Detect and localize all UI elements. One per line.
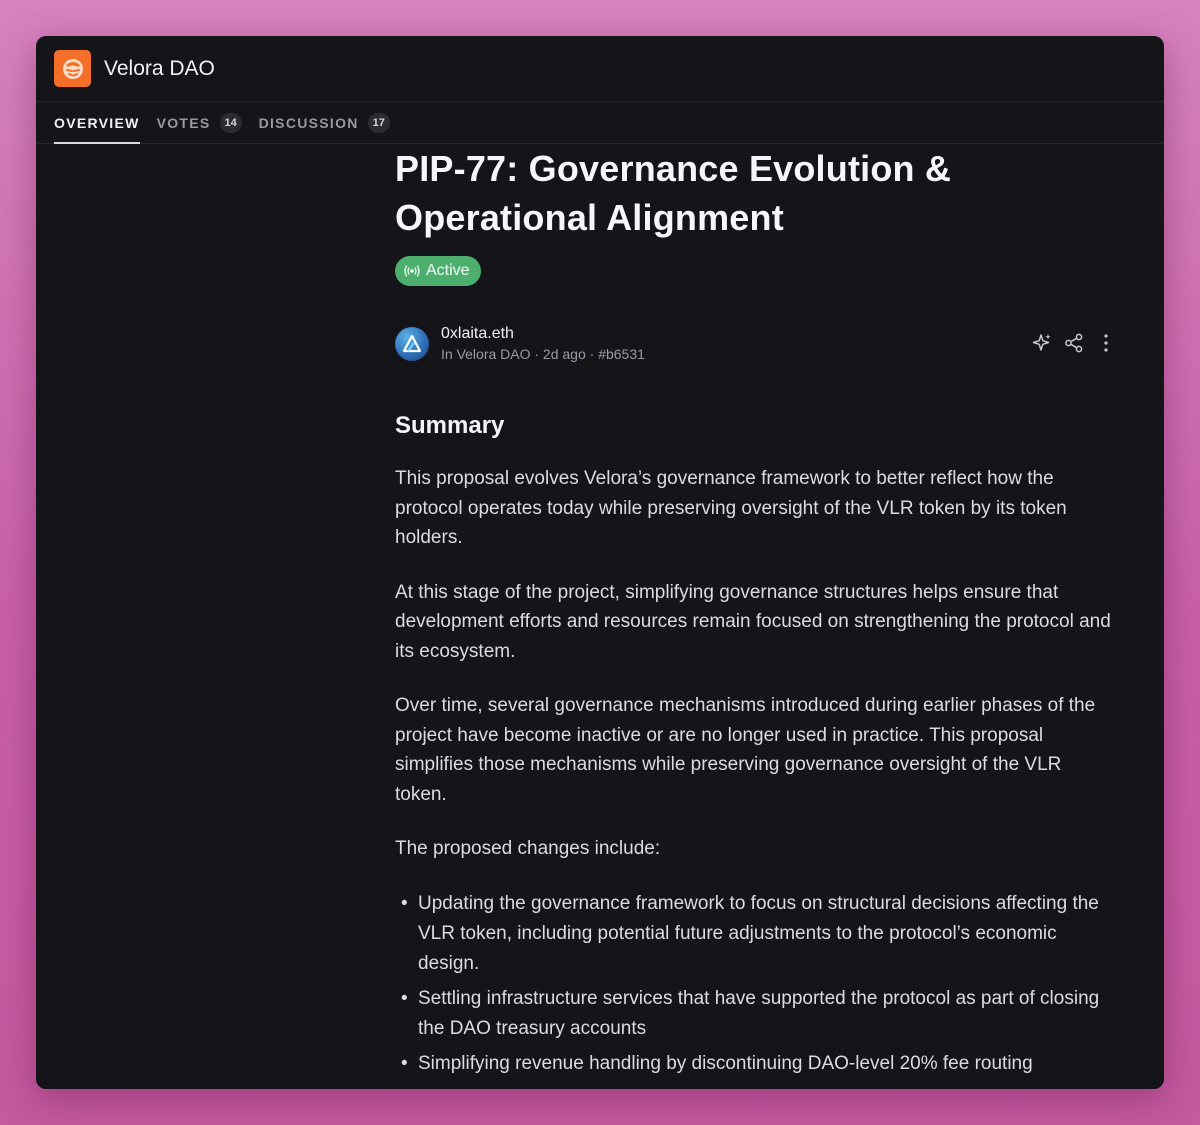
paragraph: This proposal evolves Velora’s governanc… [395,468,1067,548]
changes-list: Updating the governance framework to foc… [395,889,1115,1079]
more-vertical-icon[interactable] [1095,332,1117,354]
avatar[interactable] [395,327,429,361]
tab-overview[interactable]: OVERVIEW [54,102,140,144]
summary-heading: Summary [395,412,505,439]
tab-discussion-label: DISCUSSION [258,114,359,131]
app-window: Velora DAO OVERVIEW VOTES 14 DISCUSSION … [36,36,1164,1089]
proposal-content: PIP-77: Governance Evolution & Operation… [395,143,1115,1084]
votes-count-badge: 14 [219,112,242,133]
broadcast-icon [403,264,426,278]
tiger-logo-icon[interactable] [54,50,91,87]
share-icon[interactable] [1063,332,1085,354]
tab-discussion[interactable]: DISCUSSION 17 [259,102,390,143]
proposal-title: PIP-77: Governance Evolution & Operation… [395,148,952,238]
list-item: Settling infrastructure services that ha… [401,984,1115,1044]
tab-bar: OVERVIEW VOTES 14 DISCUSSION 17 [36,102,1164,144]
sparkle-icon[interactable] [1031,332,1053,354]
top-bar: Velora DAO [36,36,1164,102]
discussion-count-badge: 17 [367,112,390,133]
paragraph: At this stage of the project, simplifyin… [395,581,1111,662]
tab-overview-label: OVERVIEW [54,114,140,131]
author-subline: In Velora DAO · 2d ago · #b6531 [441,346,645,362]
tab-votes-label: VOTES [156,114,211,131]
status-badge: Active [395,256,481,286]
list-item: Simplifying revenue handling by disconti… [401,1049,1115,1079]
author-row: 0xlaita.eth In Velora DAO · 2d ago · #b6… [395,324,1115,364]
author-meta: 0xlaita.eth In Velora DAO · 2d ago · #b6… [441,324,645,364]
paragraph: Over time, several governance mechanisms… [395,695,1096,805]
tab-votes[interactable]: VOTES 14 [157,102,242,143]
status-label: Active [426,262,470,279]
author-name[interactable]: 0xlaita.eth [441,324,645,344]
app-title: Velora DAO [104,56,215,80]
paragraph: The proposed changes include: [395,838,661,859]
proposal-actions [1031,332,1117,354]
list-item: Updating the governance framework to foc… [401,889,1115,979]
